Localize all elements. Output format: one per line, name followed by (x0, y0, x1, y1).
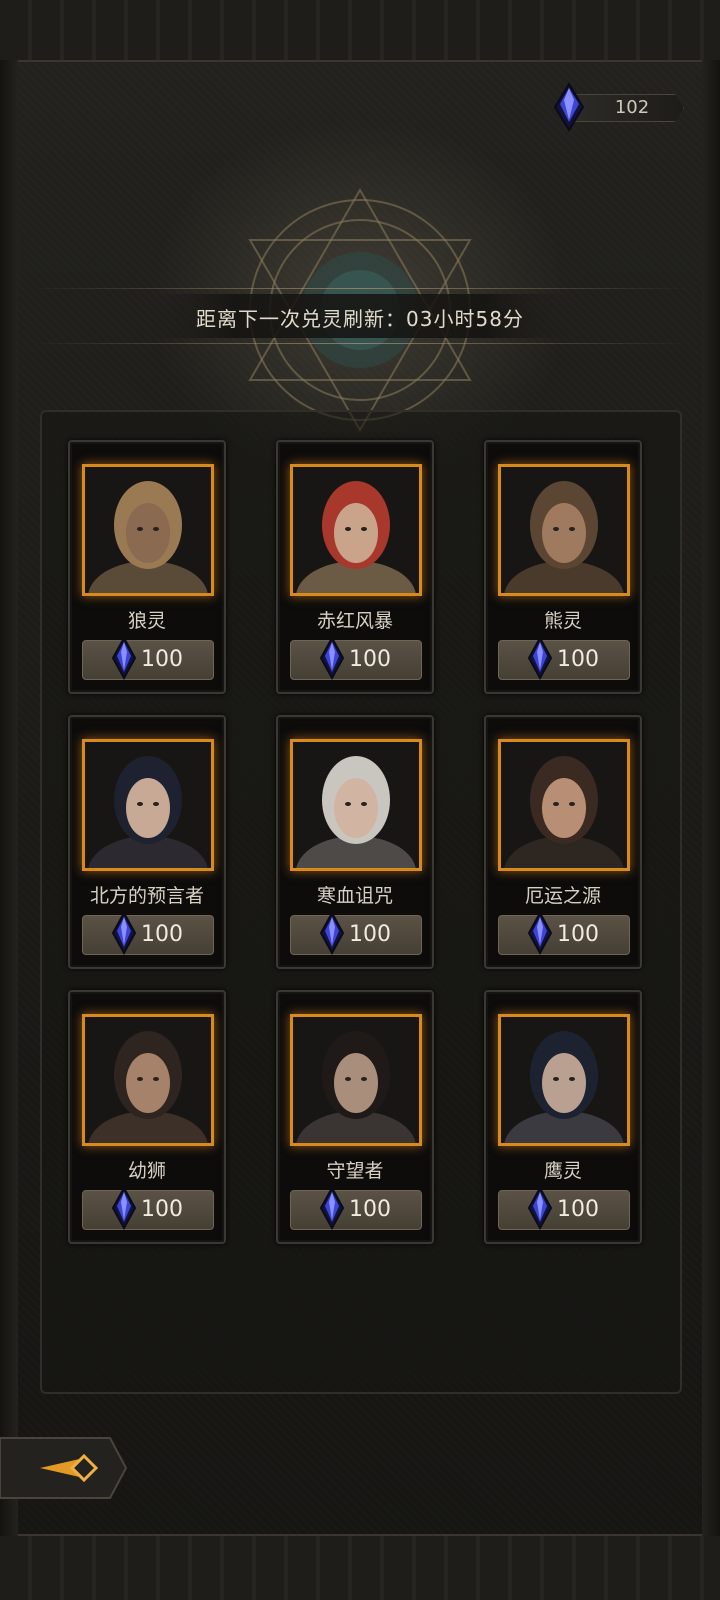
portrait-frame (498, 1014, 630, 1146)
crystal-icon (111, 1186, 137, 1230)
portrait-image (85, 742, 211, 868)
top-ornament-border (0, 0, 720, 62)
crystal-icon (319, 1186, 345, 1230)
currency-amount: 102 (614, 97, 650, 118)
portrait-image (85, 1017, 211, 1143)
spirit-name: 赤红风暴 (316, 610, 393, 632)
price-amount: 100 (141, 647, 183, 672)
price-button[interactable]: 100 (290, 911, 422, 955)
portrait-frame (82, 1014, 214, 1146)
refresh-timer-banner: 距离下一次兑灵刷新：03小时58分 (30, 288, 690, 344)
spirit-card[interactable]: 寒血诅咒 100 (276, 715, 434, 969)
portrait-frame (498, 464, 630, 596)
portrait-image (293, 467, 419, 593)
portrait-image (501, 467, 627, 593)
crystal-icon (527, 636, 553, 680)
crystal-icon (527, 1186, 553, 1230)
portrait-frame (290, 1014, 422, 1146)
portrait-frame (290, 739, 422, 871)
spirit-name: 北方的预言者 (89, 885, 204, 907)
bottom-ornament-border (0, 1534, 720, 1600)
spirit-name: 守望者 (326, 1160, 384, 1182)
portrait-frame (290, 464, 422, 596)
refresh-timer-text: 距离下一次兑灵刷新：03小时58分 (196, 307, 524, 331)
spirit-card[interactable]: 熊灵 100 (484, 440, 642, 694)
spirit-card[interactable]: 北方的预言者 100 (68, 715, 226, 969)
spirit-name: 幼狮 (127, 1160, 166, 1182)
price-amount: 100 (349, 1197, 391, 1222)
banner-line-bottom (30, 343, 690, 344)
price-button[interactable]: 100 (498, 1186, 630, 1230)
price-amount: 100 (557, 1197, 599, 1222)
spirit-name: 狼灵 (127, 610, 166, 632)
spirit-name: 寒血诅咒 (316, 885, 393, 907)
price-button[interactable]: 100 (498, 636, 630, 680)
left-ornament-border (0, 60, 18, 1536)
crystal-icon (319, 911, 345, 955)
portrait-image (501, 1017, 627, 1143)
portrait-image (293, 1017, 419, 1143)
price-button[interactable]: 100 (498, 911, 630, 955)
portrait-frame (82, 464, 214, 596)
spirit-card[interactable]: 狼灵 100 (68, 440, 226, 694)
spirit-name: 熊灵 (543, 610, 582, 632)
spirit-card[interactable]: 赤红风暴 100 (276, 440, 434, 694)
price-button[interactable]: 100 (290, 1186, 422, 1230)
price-amount: 100 (349, 922, 391, 947)
price-button[interactable]: 100 (82, 911, 214, 955)
price-amount: 100 (141, 922, 183, 947)
price-amount: 100 (349, 647, 391, 672)
portrait-image (293, 742, 419, 868)
spirit-name: 鹰灵 (543, 1160, 582, 1182)
price-amount: 100 (557, 647, 599, 672)
crystal-icon (111, 911, 137, 955)
price-button[interactable]: 100 (82, 636, 214, 680)
portrait-image (501, 742, 627, 868)
crystal-icon (111, 636, 137, 680)
crystal-currency-display: 102 (552, 82, 686, 132)
spirit-name: 厄运之源 (524, 885, 601, 907)
spirit-card[interactable]: 守望者 100 (276, 990, 434, 1244)
back-button[interactable] (0, 1436, 130, 1500)
crystal-icon (553, 82, 585, 132)
spirit-card[interactable]: 鹰灵 100 (484, 990, 642, 1244)
portrait-frame (498, 739, 630, 871)
portrait-frame (82, 739, 214, 871)
banner-line-top (30, 288, 690, 289)
crystal-icon (527, 911, 553, 955)
price-button[interactable]: 100 (82, 1186, 214, 1230)
price-amount: 100 (141, 1197, 183, 1222)
spirit-card[interactable]: 幼狮 100 (68, 990, 226, 1244)
spirit-card[interactable]: 厄运之源 100 (484, 715, 642, 969)
portrait-image (85, 467, 211, 593)
right-ornament-border (702, 60, 720, 1536)
crystal-icon (319, 636, 345, 680)
price-button[interactable]: 100 (290, 636, 422, 680)
price-amount: 100 (557, 922, 599, 947)
